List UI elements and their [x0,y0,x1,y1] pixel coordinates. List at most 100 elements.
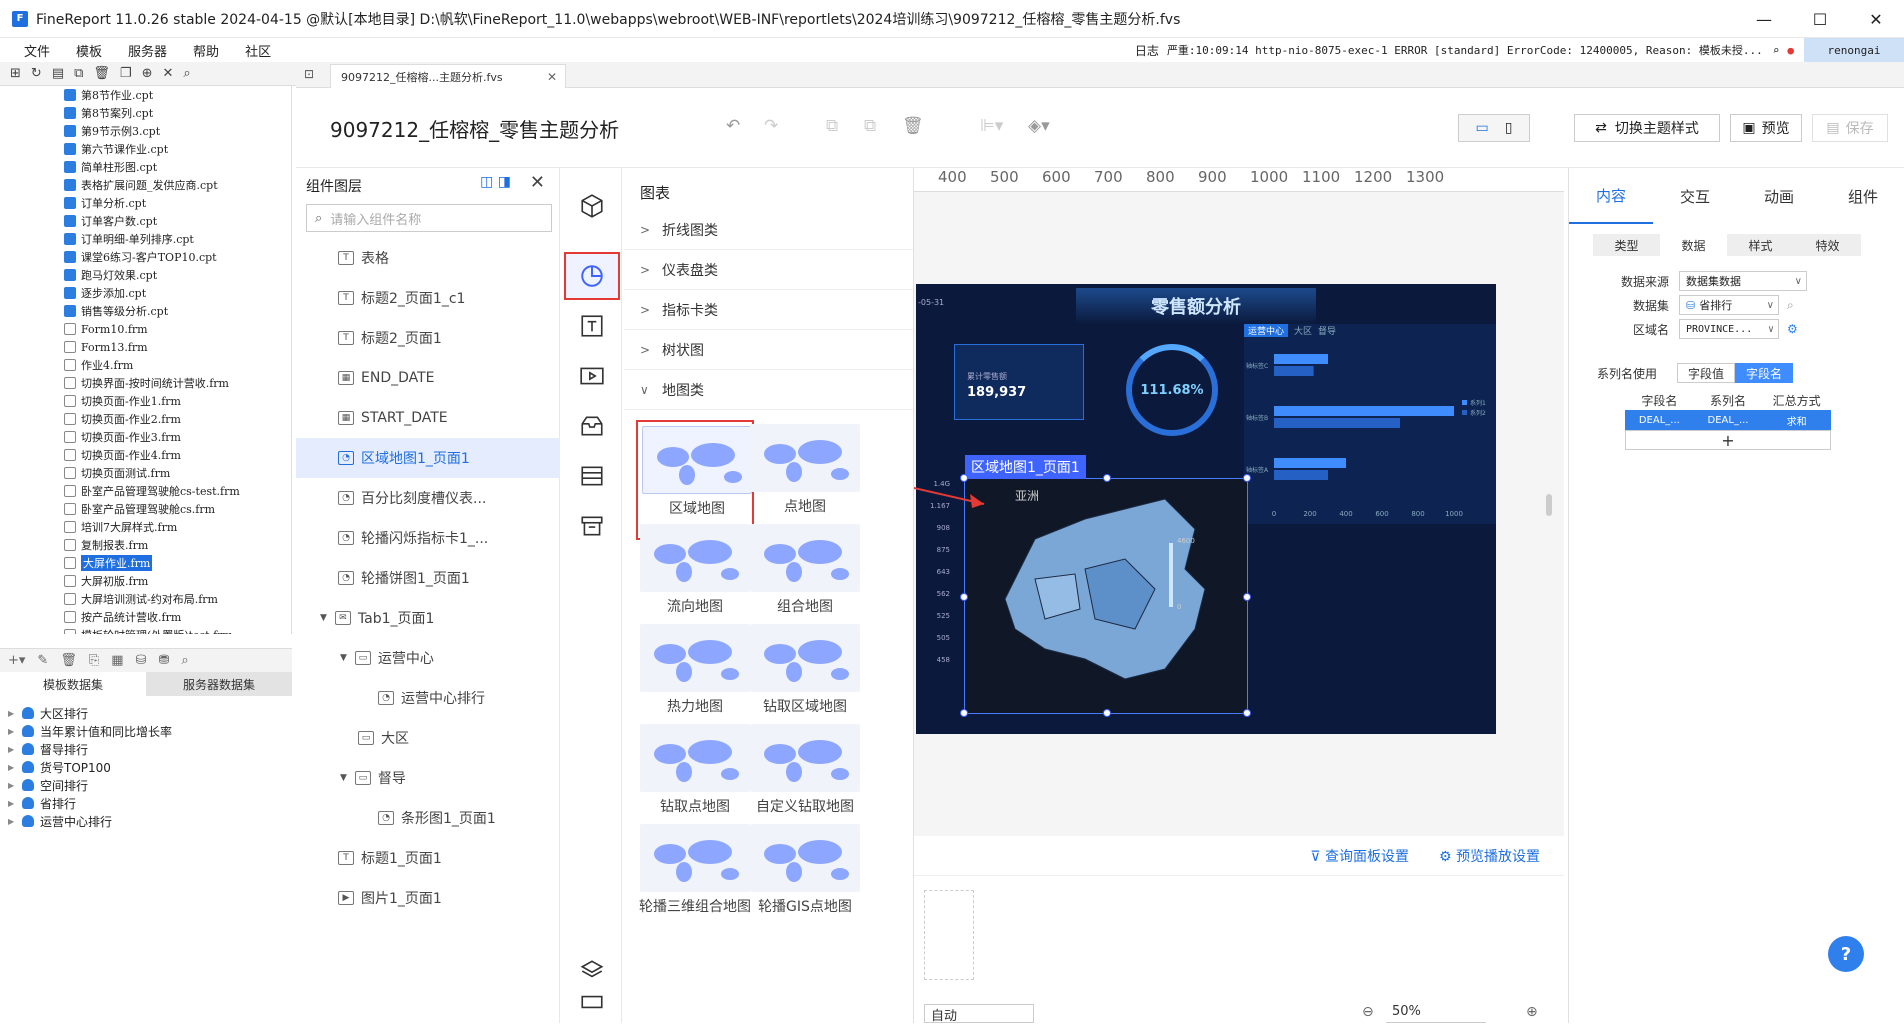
cell-series-name[interactable]: DEAL_... [1694,415,1763,426]
tab-menu-icon[interactable]: ⊡ [304,67,314,81]
layer-item[interactable]: ▶ 图片1_页面1 [296,878,560,918]
tab-template-dataset[interactable]: 模板数据集 [0,672,146,696]
dataset-select[interactable]: ⛁ 省排行 [1679,295,1779,315]
keyboard-icon[interactable] [574,984,610,1020]
dataset-item[interactable]: ▶ 货号TOP100 [0,758,292,776]
dataset-search-icon[interactable]: ⌕ [1787,298,1794,313]
subtab-type[interactable]: 类型 [1593,234,1660,256]
component-search-input[interactable]: ⌕ 请输入组件名称 [306,204,552,232]
tab-content[interactable]: 内容 [1569,168,1653,224]
subtab-data[interactable]: 数据 [1660,234,1727,256]
expand-icon[interactable]: ▶ [8,763,22,772]
user-badge[interactable]: renongai [1804,38,1904,62]
media-icon[interactable] [574,358,610,394]
layer-item[interactable]: ▼ ▭ 运营中心 [296,638,560,678]
add-row-button[interactable]: + [1625,430,1831,450]
save-button[interactable]: ▤ 保存 [1812,114,1888,142]
expand-icon[interactable]: ▶ [8,709,22,718]
expand-icon[interactable]: ▶ [8,745,22,754]
category-line-charts[interactable]: > 折线图类 [624,210,913,250]
new-folder-icon[interactable]: ⊞ [10,66,21,81]
error-message[interactable]: 严重:10:09:14 http-nio-8075-exec-1 ERROR [… [1167,42,1763,58]
file-tree-item[interactable]: 订单分析.cpt [0,194,291,212]
mobile-icon[interactable]: ▯ [1505,120,1513,136]
expand-caret-icon[interactable]: ▼ [340,773,347,783]
minimize-icon[interactable]: — [1736,0,1792,38]
file-tree-item[interactable]: 第8节作业.cpt [0,86,291,104]
dataset-item[interactable]: ▶ 空间排行 [0,776,292,794]
category-tree-charts[interactable]: > 树状图 [624,330,913,370]
file-tree-item[interactable]: 复制报表.frm [0,536,291,554]
file-tree-item[interactable]: 大屏初版.frm [0,572,291,590]
file-tree-item[interactable]: 第9节示例3.cpt [0,122,291,140]
delete-component-icon[interactable]: 🗑 [902,116,924,136]
file-tree-item[interactable]: Form10.frm [0,320,291,338]
find-icon[interactable]: ⌕ [183,66,190,81]
file-tree-item[interactable]: 切换界面-按时间统计营收.frm [0,374,291,392]
file-tree-item[interactable]: 第六节课作业.cpt [0,140,291,158]
dataset-item[interactable]: ▶ 大区排行 [0,704,292,722]
search-icon[interactable]: ⌕ [1773,44,1780,57]
layer-item[interactable]: ◔ 轮播闪烁指标卡1_... [296,518,560,558]
file-tree-item[interactable]: 切换页面测试.frm [0,464,291,482]
switch-theme-button[interactable]: ⇄ 切换主题样式 [1574,114,1720,142]
canvas-scroll-handle[interactable] [1546,494,1552,516]
preview-dataset-icon[interactable]: ⎘ [89,653,99,668]
field-value-toggle[interactable]: 字段值 [1677,363,1735,383]
duplicate-icon[interactable]: ❐ [120,66,132,81]
file-tree-item[interactable]: 简单柱形图.cpt [0,158,291,176]
edit-icon[interactable]: ✎ [37,653,48,668]
delete-icon[interactable]: 🗑 [93,66,110,81]
file-tree-item[interactable]: 培训7大屏样式.frm [0,518,291,536]
dataset-item[interactable]: ▶ 运营中心排行 [0,812,292,830]
cell-field-name[interactable]: DEAL_... [1625,415,1694,426]
maximize-icon[interactable]: ☐ [1792,0,1848,38]
file-tree-item[interactable]: 订单客户数.cpt [0,212,291,230]
paste-icon[interactable]: ⧉ [864,116,876,136]
file-tree-item[interactable]: 第8节案列.cpt [0,104,291,122]
layer-close-icon[interactable]: ✕ [530,172,545,193]
file-tree-item[interactable]: 切换页面-作业2.frm [0,410,291,428]
help-button[interactable]: ? [1828,936,1864,972]
file-tree-item[interactable]: 切换页面-作业3.frm [0,428,291,446]
dataset-item[interactable]: ▶ 当年累计值和同比增长率 [0,722,292,740]
layer-item[interactable]: ▦ END_DATE [296,358,560,398]
layer-item[interactable]: ▭ 大区 [296,718,560,758]
undo-icon[interactable]: ↶ [726,116,740,136]
category-map-charts[interactable]: ∨ 地图类 [624,370,913,410]
file-tree-item[interactable]: 模板轮时管理(外置版)test.frm [0,626,291,634]
file-tree-item[interactable]: 表格扩展问题_发供应商.cpt [0,176,291,194]
layer-item[interactable]: ▼ ▭ 督导 [296,758,560,798]
copy-component-icon[interactable]: ⧉ [826,116,838,136]
desktop-icon[interactable]: ▭ [1476,120,1489,136]
map-type-option[interactable]: 轮播GIS点地图 [746,820,864,940]
empty-widget-slot[interactable] [924,890,974,980]
align-icon[interactable]: ⊫▾ [980,116,1003,136]
bell-icon[interactable]: ● [1787,44,1794,57]
layer-item[interactable]: ◔ 区域地图1_页面1 [296,438,560,478]
text-icon[interactable] [574,308,610,344]
cube-icon[interactable] [574,188,610,224]
table-row[interactable]: DEAL_... DEAL_... 求和 [1625,410,1831,430]
tab-server-dataset[interactable]: 服务器数据集 [146,672,292,696]
subtab-style[interactable]: 样式 [1727,234,1794,256]
db-settings-icon[interactable]: ⛃ [158,653,169,668]
close-icon[interactable]: ✕ [1848,0,1904,38]
refresh-icon[interactable]: ↻ [31,66,42,81]
tab-component[interactable]: 组件 [1821,168,1904,224]
layer-item[interactable]: ◔ 运营中心排行 [296,678,560,718]
expand-caret-icon[interactable]: ▼ [320,613,327,623]
layer-item[interactable]: ▼ ✉ Tab1_页面1 [296,598,560,638]
menu-server[interactable]: 服务器 [128,41,167,60]
layer-item[interactable]: T 表格 [296,238,560,278]
preview-button[interactable]: ▣ 预览 [1730,114,1802,142]
tab-interaction[interactable]: 交互 [1653,168,1737,224]
tab-animation[interactable]: 动画 [1737,168,1821,224]
log-button[interactable]: 日志 [1135,42,1159,59]
open-icon[interactable]: ▤ [52,66,64,81]
file-tree-item[interactable]: 大屏作业.frm [0,554,291,572]
file-tree-item[interactable]: 大屏培训测试-约对布局.frm [0,590,291,608]
layer-item[interactable]: T 标题1_页面1 [296,838,560,878]
container-icon[interactable] [574,408,610,444]
file-tree-item[interactable]: Form13.frm [0,338,291,356]
